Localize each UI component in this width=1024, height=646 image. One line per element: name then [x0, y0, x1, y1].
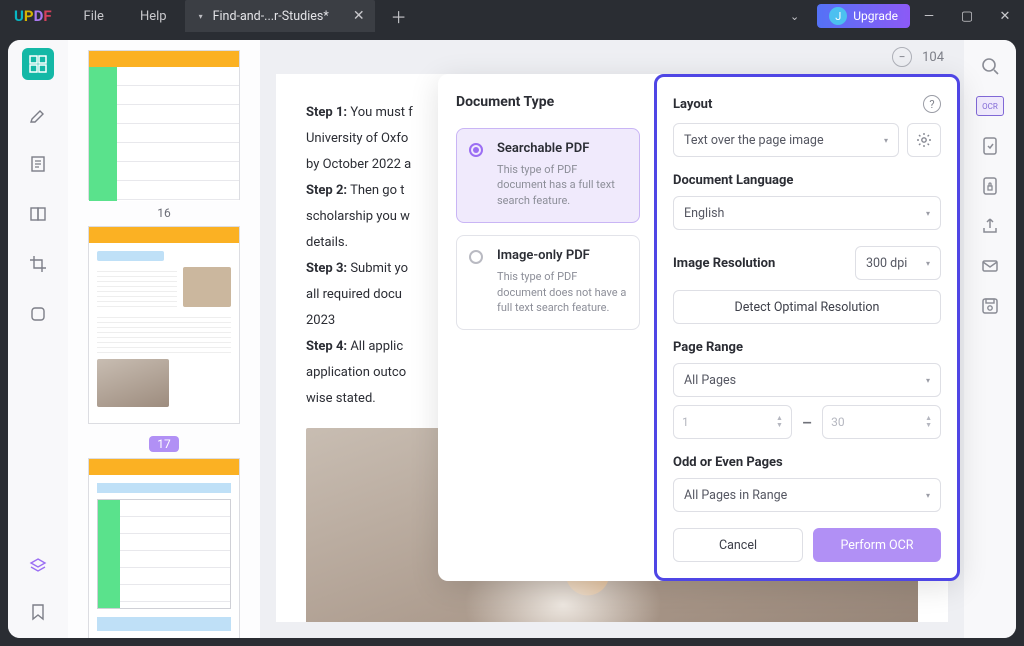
range-dash: – [802, 413, 812, 432]
window-minimize[interactable]: ― [910, 0, 948, 32]
layers-tool[interactable] [22, 550, 54, 582]
search-icon[interactable] [980, 56, 1000, 76]
bookmark-tool[interactable] [22, 596, 54, 628]
window-maximize[interactable]: ▢ [948, 0, 986, 32]
perform-ocr-button[interactable]: Perform OCR [813, 528, 941, 562]
detect-resolution-button[interactable]: Detect Optimal Resolution [673, 290, 941, 324]
new-tab-button[interactable]: ＋ [375, 4, 423, 28]
language-label: Document Language [673, 173, 941, 188]
resolution-label: Image Resolution [673, 256, 775, 271]
upgrade-button[interactable]: J Upgrade [817, 4, 910, 28]
titlebar: UPDF File Help ▾ Find-and-...r-Studies* … [0, 0, 1024, 32]
range-to-input[interactable]: 30▲▼ [822, 405, 941, 439]
radio-icon [469, 250, 483, 264]
share-icon[interactable] [980, 216, 1000, 236]
window-close[interactable]: ✕ [986, 0, 1024, 32]
thumbnail-17[interactable]: 17 [86, 226, 242, 452]
chevron-down-icon: ▾ [926, 259, 930, 268]
zoom-value: 104 [922, 50, 944, 65]
tab-title: Find-and-...r-Studies* [213, 9, 343, 24]
app-logo: UPDF [0, 7, 66, 25]
page-range-select[interactable]: All Pages▾ [673, 363, 941, 397]
thumbnail-number: 17 [149, 436, 179, 452]
range-from-input[interactable]: 1▲▼ [673, 405, 792, 439]
tab-dropdown-icon[interactable]: ▾ [199, 12, 203, 21]
thumbnail-number: 16 [86, 206, 242, 220]
thumbnail-16[interactable]: 16 [86, 50, 242, 220]
document-type-heading: Document Type [456, 94, 640, 110]
save-icon[interactable] [980, 296, 1000, 316]
thumbnail-panel[interactable]: 16 17 18 [68, 40, 260, 638]
document-tab[interactable]: ▾ Find-and-...r-Studies* ✕ [185, 0, 375, 32]
layout-label: Layout [673, 97, 712, 112]
radio-icon [469, 143, 483, 157]
stamp-tool[interactable] [22, 298, 54, 330]
avatar: J [829, 7, 847, 25]
thumbnails-tool[interactable] [22, 48, 54, 80]
doc-type-image-only[interactable]: Image-only PDF This type of PDF document… [456, 235, 640, 330]
thumbnail-18[interactable]: 18 [86, 458, 242, 638]
zoom-out-button[interactable]: − [892, 47, 912, 67]
ocr-settings-panel: Layout ? Text over the page image▾ Docum… [654, 74, 960, 581]
chevron-down-icon: ▾ [926, 376, 930, 385]
email-icon[interactable] [980, 256, 1000, 276]
odd-even-select[interactable]: All Pages in Range▾ [673, 478, 941, 512]
close-icon[interactable]: ✕ [353, 8, 365, 24]
tabs-overflow-icon[interactable]: ⌄ [772, 10, 817, 23]
chevron-down-icon: ▾ [926, 491, 930, 500]
upgrade-label: Upgrade [853, 9, 898, 23]
doc-type-searchable[interactable]: Searchable PDF This type of PDF document… [456, 128, 640, 223]
ocr-dialog: Document Type Searchable PDF This type o… [438, 74, 960, 581]
page-range-label: Page Range [673, 340, 941, 355]
menu-help[interactable]: Help [122, 0, 185, 32]
zoom-toolbar: − 104 [260, 40, 964, 74]
protect-icon[interactable] [980, 176, 1000, 196]
chevron-down-icon: ▾ [926, 209, 930, 218]
compare-tool[interactable] [22, 198, 54, 230]
menu-file[interactable]: File [66, 0, 122, 32]
layout-settings-button[interactable] [907, 123, 941, 157]
cancel-button[interactable]: Cancel [673, 528, 803, 562]
language-select[interactable]: English▾ [673, 196, 941, 230]
left-toolbar [8, 40, 68, 638]
help-icon[interactable]: ? [923, 95, 941, 113]
right-toolbar: OCR [964, 40, 1016, 638]
ocr-icon[interactable]: OCR [976, 96, 1004, 116]
note-tool[interactable] [22, 148, 54, 180]
convert-icon[interactable] [980, 136, 1000, 156]
layout-select[interactable]: Text over the page image▾ [673, 123, 899, 157]
resolution-select[interactable]: 300 dpi▾ [855, 246, 941, 280]
chevron-down-icon: ▾ [884, 136, 888, 145]
highlight-tool[interactable] [22, 98, 54, 130]
crop-tool[interactable] [22, 248, 54, 280]
odd-even-label: Odd or Even Pages [673, 455, 941, 470]
